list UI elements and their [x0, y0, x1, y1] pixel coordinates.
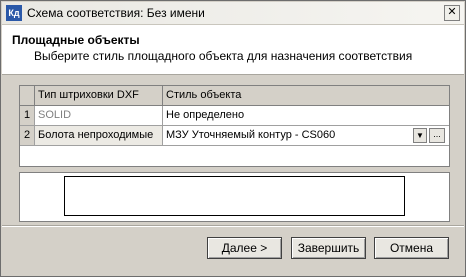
row-number[interactable]: 2 — [20, 126, 35, 146]
grid-corner — [20, 86, 35, 106]
browse-button[interactable]: ... — [429, 128, 445, 143]
title-bar: Кд Схема соответствия: Без имени ✕ — [2, 2, 464, 25]
next-button[interactable]: Далее > — [207, 237, 282, 259]
object-style-select[interactable]: МЗУ Уточняемый контур - CS060 — [163, 126, 449, 146]
style-preview-swatch — [64, 176, 405, 216]
cancel-button[interactable]: Отмена — [374, 237, 449, 259]
hatch-type-cell[interactable]: SOLID — [35, 106, 163, 126]
header-description: Выберите стиль площадного объекта для на… — [34, 49, 413, 63]
app-icon: Кд — [6, 5, 22, 21]
header-panel: Площадные объекты Выберите стиль площадн… — [2, 25, 464, 75]
header-title: Площадные объекты — [12, 33, 140, 47]
hatch-type-cell[interactable]: Болота непроходимые — [35, 126, 163, 146]
close-button[interactable]: ✕ — [444, 5, 460, 21]
dialog-window: Кд Схема соответствия: Без имени ✕ Площа… — [0, 0, 466, 277]
mapping-grid: Тип штриховки DXF Стиль объекта 1 SOLID … — [19, 85, 450, 167]
style-preview-panel — [19, 172, 450, 222]
window-title: Схема соответствия: Без имени — [27, 6, 205, 20]
chevron-down-icon[interactable]: ▼ — [413, 128, 427, 143]
column-header-object-style[interactable]: Стиль объекта — [163, 86, 449, 106]
column-header-hatch-type[interactable]: Тип штриховки DXF — [35, 86, 163, 106]
finish-button[interactable]: Завершить — [291, 237, 366, 259]
divider — [2, 225, 464, 227]
row-number[interactable]: 1 — [20, 106, 35, 126]
object-style-cell[interactable]: Не определено — [163, 106, 449, 126]
